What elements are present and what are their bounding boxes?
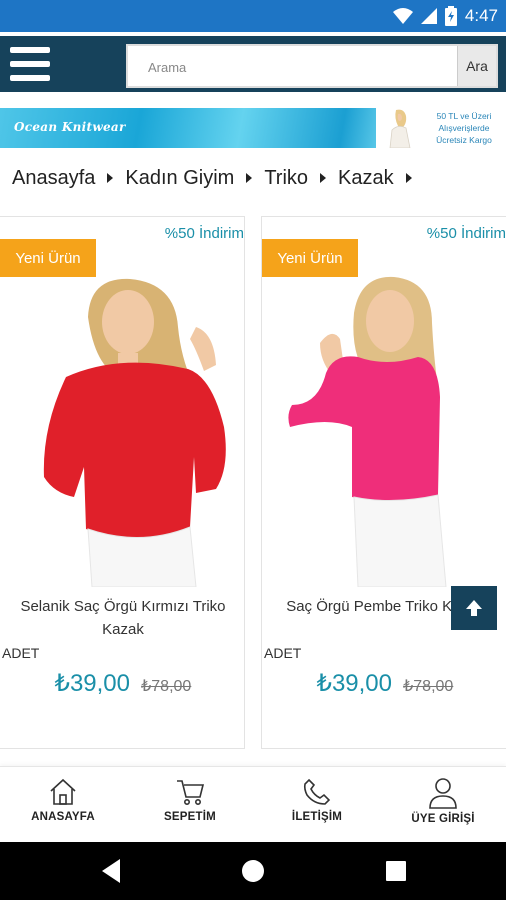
breadcrumb-separator-icon xyxy=(107,173,114,183)
battery-icon xyxy=(444,6,457,26)
product-unit: ADET xyxy=(2,645,40,661)
nav-label: İLETİŞİM xyxy=(291,811,343,823)
app-header: Ara xyxy=(0,32,506,96)
user-icon xyxy=(429,778,457,809)
wifi-icon xyxy=(392,8,413,24)
product-name[interactable]: Selanik Saç Örgü Kırmızı Triko Kazak xyxy=(0,595,244,641)
product-price: ₺39,00 xyxy=(316,670,392,697)
product-unit: ADET xyxy=(264,645,302,661)
nav-item-cart[interactable]: SEPETİM xyxy=(127,777,253,839)
status-time: 4:47 xyxy=(464,6,498,25)
product-old-price: ₺78,00 xyxy=(141,678,192,695)
price-row: ₺39,00 ₺78,00 xyxy=(0,669,244,698)
product-old-price: ₺78,00 xyxy=(403,678,454,695)
new-product-badge: Yeni Ürün xyxy=(262,239,358,277)
breadcrumb: Anasayfa Kadın Giyim Triko Kazak xyxy=(12,163,424,193)
product-card[interactable]: Yeni Ürün %50 İndirim Selanik Saç Örgü K… xyxy=(0,216,245,749)
breadcrumb-item-sweater[interactable]: Kazak xyxy=(338,167,394,190)
hamburger-menu-button[interactable] xyxy=(6,42,54,86)
breadcrumb-separator-icon xyxy=(246,173,253,183)
product-card[interactable]: Yeni Ürün %50 İndirim Saç Örgü Pembe Tri… xyxy=(261,216,506,749)
banner-brand: Ocean Knitwear xyxy=(14,120,126,134)
nav-label: ANASAYFA xyxy=(31,811,95,823)
back-icon[interactable] xyxy=(96,857,126,885)
search-button[interactable]: Ara xyxy=(457,46,496,86)
system-navigation-bar xyxy=(0,842,506,900)
home-icon xyxy=(50,778,76,805)
breadcrumb-separator-icon xyxy=(405,173,412,183)
new-product-badge: Yeni Ürün xyxy=(0,239,96,277)
home-circle-icon[interactable] xyxy=(238,857,268,885)
discount-label: %50 İndirim xyxy=(426,225,506,242)
product-image[interactable] xyxy=(0,257,245,587)
search-bar: Ara xyxy=(126,44,498,88)
signal-icon xyxy=(420,8,437,24)
banner-model-image xyxy=(376,108,422,148)
price-row: ₺39,00 ₺78,00 xyxy=(262,669,506,698)
nav-item-login[interactable]: ÜYE GİRİŞİ xyxy=(380,777,506,839)
breadcrumb-item-womens[interactable]: Kadın Giyim xyxy=(125,167,234,190)
arrow-up-icon xyxy=(466,600,482,616)
breadcrumb-separator-icon xyxy=(320,173,327,183)
discount-label: %50 İndirim xyxy=(164,225,244,242)
status-bar: 4:47 xyxy=(0,0,506,32)
product-image[interactable] xyxy=(262,257,506,587)
bottom-navigation: ANASAYFA SEPETİM İLETİŞİM ÜYE GİRİŞİ xyxy=(0,766,506,843)
scroll-to-top-button[interactable] xyxy=(451,586,497,630)
breadcrumb-item-home[interactable]: Anasayfa xyxy=(12,167,95,190)
recents-icon[interactable] xyxy=(381,857,411,885)
breadcrumb-item-knitwear[interactable]: Triko xyxy=(264,167,308,190)
nav-label: SEPETİM xyxy=(164,811,216,823)
promo-banner[interactable]: Ocean Knitwear 50 TL ve Üzeri Alışverişl… xyxy=(0,108,506,148)
phone-icon xyxy=(303,778,331,805)
nav-item-home[interactable]: ANASAYFA xyxy=(0,777,126,839)
nav-item-contact[interactable]: İLETİŞİM xyxy=(254,777,380,839)
product-price: ₺39,00 xyxy=(54,670,130,697)
search-input[interactable] xyxy=(146,54,450,80)
cart-icon xyxy=(177,780,205,805)
nav-label: ÜYE GİRİŞİ xyxy=(411,813,475,825)
banner-cargo-text: 50 TL ve Üzeri Alışverişlerde Ücretsiz K… xyxy=(436,111,492,145)
